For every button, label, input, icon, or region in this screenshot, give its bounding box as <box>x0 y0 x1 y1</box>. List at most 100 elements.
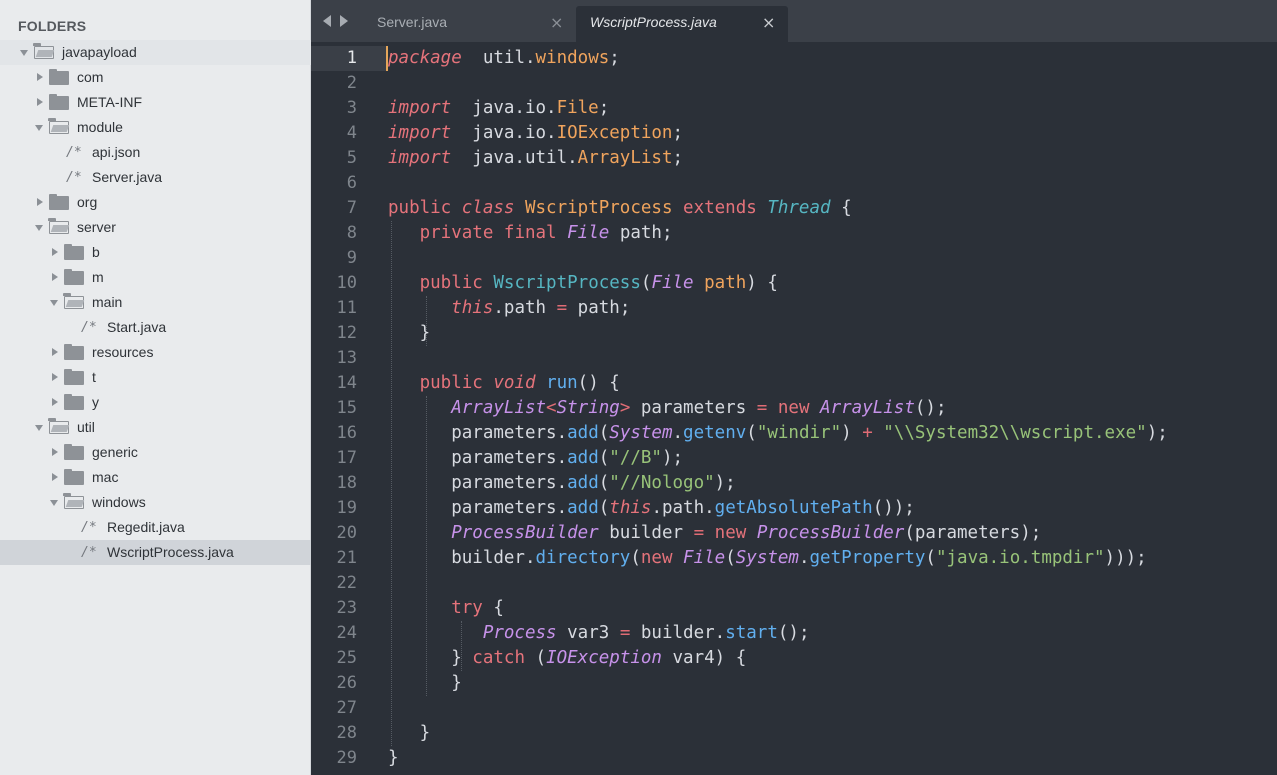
tree-item-label: Regedit.java <box>107 519 185 535</box>
code-content[interactable]: package util.windows; import java.io.Fil… <box>388 46 1168 771</box>
chevron-right-icon[interactable] <box>35 90 45 115</box>
code-line[interactable] <box>388 346 1168 371</box>
tree-item-meta-inf[interactable]: META-INF <box>0 90 311 115</box>
tab-nav-arrows[interactable] <box>323 12 353 30</box>
code-line[interactable]: private final File path; <box>388 221 1168 246</box>
folder-icon <box>49 194 69 210</box>
code-token: directory <box>535 548 631 568</box>
code-line[interactable]: } <box>388 746 1168 771</box>
chevron-down-icon[interactable] <box>35 215 45 240</box>
tree-item-label: windows <box>92 494 146 510</box>
code-line[interactable]: public WscriptProcess(File path) { <box>388 271 1168 296</box>
tree-item-javapayload[interactable]: javapayload <box>0 40 311 65</box>
tree-item-resources[interactable]: resources <box>0 340 311 365</box>
code-line[interactable] <box>388 246 1168 271</box>
code-token: ArrayList <box>451 398 547 418</box>
code-token: Thread <box>767 198 831 218</box>
chevron-right-icon[interactable] <box>50 465 60 490</box>
code-line[interactable]: parameters.add("//B"); <box>388 446 1168 471</box>
tree-item-server-java[interactable]: /* Server.java <box>0 165 311 190</box>
tree-item-start-java[interactable]: /* Start.java <box>0 315 311 340</box>
chevron-right-icon[interactable] <box>35 190 45 215</box>
line-number: 18 <box>336 473 357 493</box>
chevron-right-icon[interactable] <box>50 390 60 415</box>
tree-item-regedit-java[interactable]: /* Regedit.java <box>0 515 311 540</box>
tree-item-y[interactable]: y <box>0 390 311 415</box>
chevron-right-icon[interactable] <box>50 440 60 465</box>
code-line[interactable]: parameters.add(System.getenv("windir") +… <box>388 421 1168 446</box>
code-line[interactable]: try { <box>388 596 1168 621</box>
tree-item-label: t <box>92 369 96 385</box>
code-line[interactable]: builder.directory(new File(System.getPro… <box>388 546 1168 571</box>
tree-item-mac[interactable]: mac <box>0 465 311 490</box>
code-line[interactable]: import java.util.ArrayList; <box>388 146 1168 171</box>
tree-item-wscriptprocess-java[interactable]: /* WscriptProcess.java <box>0 540 311 565</box>
code-line[interactable]: } catch (IOException var4) { <box>388 646 1168 671</box>
code-token: ProcessBuilder <box>756 523 905 543</box>
chevron-down-icon[interactable] <box>50 290 60 315</box>
chevron-down-icon[interactable] <box>20 40 30 65</box>
code-token: java.io. <box>451 123 557 143</box>
tree-item-generic[interactable]: generic <box>0 440 311 465</box>
chevron-right-icon[interactable] <box>50 365 60 390</box>
tree-item-t[interactable]: t <box>0 365 311 390</box>
tree-item-com[interactable]: com <box>0 65 311 90</box>
tree-item-module[interactable]: module <box>0 115 311 140</box>
code-token: ( <box>925 548 936 568</box>
code-editor[interactable]: 1 2 3 4 5 6 7 8 9 10 11 12 13 14 15 16 17 18 19 20 21 22 23 24 2… <box>311 42 1277 775</box>
chevron-right-icon[interactable] <box>50 240 60 265</box>
folder-icon <box>49 69 69 85</box>
code-line[interactable]: ProcessBuilder builder = new ProcessBuil… <box>388 521 1168 546</box>
line-number: 14 <box>336 373 357 393</box>
chevron-left-icon[interactable] <box>323 15 331 27</box>
code-token: ); <box>1146 423 1168 443</box>
tree-item-m[interactable]: m <box>0 265 311 290</box>
code-line[interactable]: public void run() { <box>388 371 1168 396</box>
code-token: .path. <box>651 498 715 518</box>
code-line[interactable]: } <box>388 321 1168 346</box>
code-token: path; <box>567 298 631 318</box>
code-line[interactable]: package util.windows; <box>388 46 1168 71</box>
code-token: public <box>419 273 494 293</box>
code-line[interactable]: import java.io.File; <box>388 96 1168 121</box>
tree-item-server[interactable]: server <box>0 215 311 240</box>
tree-item-label: api.json <box>92 144 141 160</box>
line-number: 11 <box>336 298 357 318</box>
tree-item-windows[interactable]: windows <box>0 490 311 515</box>
code-line[interactable]: public class WscriptProcess extends Thre… <box>388 196 1168 221</box>
tab-wscriptprocess-java[interactable]: WscriptProcess.java × <box>576 6 788 42</box>
line-number: 20 <box>336 523 357 543</box>
code-line[interactable]: } <box>388 721 1168 746</box>
code-line[interactable]: Process var3 = builder.start(); <box>388 621 1168 646</box>
chevron-down-icon[interactable] <box>50 490 60 515</box>
code-line[interactable] <box>388 71 1168 96</box>
code-line[interactable]: this.path = path; <box>388 296 1168 321</box>
folder-icon <box>64 369 84 385</box>
code-line[interactable]: import java.io.IOException; <box>388 121 1168 146</box>
code-token: File <box>651 273 694 293</box>
tree-item-b[interactable]: b <box>0 240 311 265</box>
chevron-right-icon[interactable] <box>50 340 60 365</box>
code-line[interactable] <box>388 696 1168 721</box>
close-icon[interactable]: × <box>762 13 775 32</box>
code-line[interactable] <box>388 171 1168 196</box>
chevron-right-icon[interactable] <box>35 65 45 90</box>
close-icon[interactable]: × <box>550 13 563 32</box>
tab-server-java[interactable]: Server.java × <box>363 6 576 42</box>
line-number: 21 <box>336 548 357 568</box>
code-line[interactable]: ArrayList<String> parameters = new Array… <box>388 396 1168 421</box>
code-line[interactable]: } <box>388 671 1168 696</box>
tree-item-api-json[interactable]: /* api.json <box>0 140 311 165</box>
code-line[interactable]: parameters.add(this.path.getAbsolutePath… <box>388 496 1168 521</box>
chevron-down-icon[interactable] <box>35 415 45 440</box>
code-line[interactable]: parameters.add("//Nologo"); <box>388 471 1168 496</box>
code-line[interactable] <box>388 571 1168 596</box>
tree-item-org[interactable]: org <box>0 190 311 215</box>
chevron-down-icon[interactable] <box>35 115 45 140</box>
chevron-right-icon[interactable] <box>340 15 348 27</box>
code-token: ; <box>609 48 620 68</box>
tree-item-main[interactable]: main <box>0 290 311 315</box>
chevron-right-icon[interactable] <box>50 265 60 290</box>
tree-item-util[interactable]: util <box>0 415 311 440</box>
